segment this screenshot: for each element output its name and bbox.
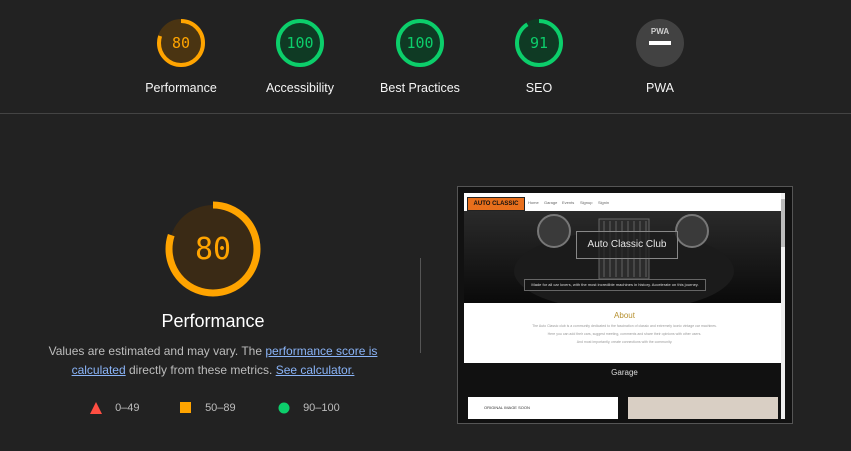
- card-text: ORIGINAL IMAGE SOON: [484, 405, 530, 410]
- score-summary-bar: 80 Performance 100 Accessibility 100 Bes…: [0, 0, 851, 114]
- legend-item: 90–100: [278, 402, 340, 414]
- nav-item-signup: Signup: [580, 200, 593, 205]
- desc-prefix: Values are estimated and may vary. The: [48, 344, 266, 358]
- gauge-score: 100: [406, 34, 433, 52]
- desc-mid: directly from these metrics.: [125, 363, 276, 377]
- gauge-pwa[interactable]: PWA PWA: [600, 17, 720, 95]
- gauge-label: Accessibility: [265, 81, 335, 95]
- main-score: 80: [195, 232, 231, 267]
- gauge-ring-icon: 100: [276, 19, 324, 67]
- gauge-label: Performance: [145, 81, 217, 95]
- pwa-badge-text: PWA: [651, 27, 669, 36]
- hero-banner: Auto Classic Club Made for all car lover…: [464, 211, 785, 303]
- gauge-seo[interactable]: 91 SEO: [479, 17, 599, 95]
- pwa-badge-icon: PWA: [636, 19, 684, 67]
- gauge-ring-icon: 100: [396, 19, 444, 67]
- gauge-best-practices[interactable]: 100 Best Practices: [360, 17, 480, 95]
- garage-section: Garage ORIGINAL IMAGE SOON: [464, 363, 785, 419]
- gauge-score: 80: [172, 34, 190, 52]
- score-description: Values are estimated and may vary. The p…: [40, 342, 386, 380]
- site-logo: AUTO CLASSIC: [467, 197, 525, 211]
- gauge-label: PWA: [645, 81, 674, 95]
- garage-title: Garage: [611, 368, 638, 377]
- see-calculator-link[interactable]: See calculator.: [276, 363, 355, 377]
- site-navbar: AUTO CLASSIC Home Garage Events Signup S…: [464, 193, 785, 211]
- legend-item: 0–49: [90, 402, 140, 415]
- scrollbar: [781, 193, 785, 419]
- legend-range: 50–89: [205, 402, 236, 414]
- about-line: Here you can add their cars, suggest mee…: [547, 332, 702, 336]
- legend-item: 50–89: [180, 402, 236, 414]
- garage-card: [628, 397, 778, 419]
- hero-subtitle: Made for all car lovers, with the most i…: [524, 279, 706, 291]
- about-title: About: [614, 311, 635, 320]
- about-section: About The Auto Classic club is a communi…: [464, 303, 785, 363]
- final-screenshot[interactable]: AUTO CLASSIC Home Garage Events Signup S…: [457, 186, 793, 424]
- garage-card: ORIGINAL IMAGE SOON: [468, 397, 618, 419]
- nav-item-garage: Garage: [544, 200, 558, 205]
- hero-title: Auto Classic Club: [576, 231, 678, 259]
- legend-range: 0–49: [115, 402, 140, 414]
- scrollbar-thumb: [781, 199, 785, 247]
- gauge-accessibility[interactable]: 100 Accessibility: [240, 17, 360, 95]
- main-title: Performance: [161, 311, 265, 331]
- nav-item-events: Events: [562, 200, 575, 205]
- legend-range: 90–100: [303, 402, 340, 414]
- circle-icon: [278, 402, 290, 414]
- performance-main-gauge: 80: [163, 199, 263, 299]
- gauge-ring-icon: 80: [157, 19, 205, 67]
- gauge-score: 91: [530, 34, 548, 52]
- gauge-ring-icon: 80: [165, 201, 261, 297]
- about-line: And most importantly, create connections…: [576, 340, 673, 344]
- divider: [420, 258, 421, 353]
- gauge-score: 100: [286, 34, 313, 52]
- gauge-performance[interactable]: 80 Performance: [121, 17, 241, 95]
- gauge-ring-icon: 91: [515, 19, 563, 67]
- gauge-label: Best Practices: [380, 81, 460, 95]
- nav-item-home: Home: [528, 200, 539, 205]
- gauge-label: SEO: [525, 81, 553, 95]
- about-line: The Auto Classic club is a community ded…: [532, 324, 717, 328]
- square-icon: [180, 402, 191, 414]
- triangle-icon: [90, 402, 102, 415]
- screenshot-page: AUTO CLASSIC Home Garage Events Signup S…: [464, 193, 785, 419]
- nav-item-signin: Signin: [598, 200, 610, 205]
